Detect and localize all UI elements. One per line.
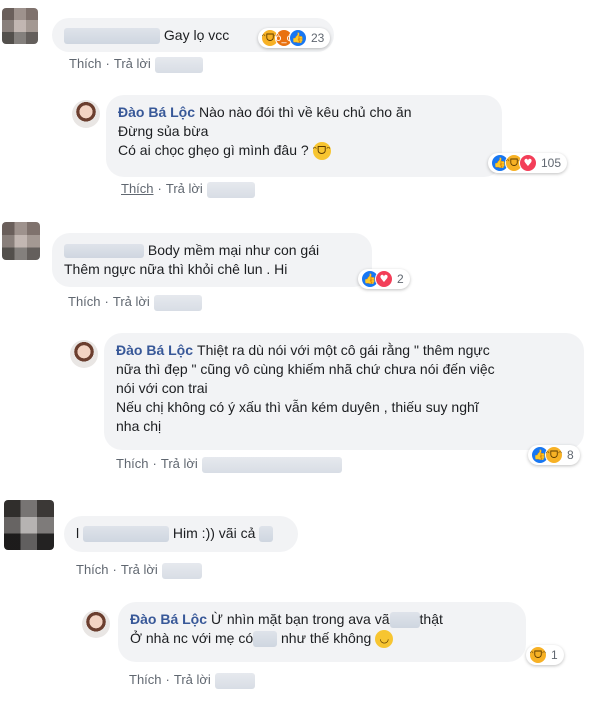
reply-link[interactable]: Trả lời [114,56,151,71]
author-avatar[interactable] [72,100,100,128]
commenter-avatar[interactable] [2,8,38,44]
reaction-summary[interactable]: 👍 ᵔᗜᵔ ♥ 105 [488,153,568,173]
redacted-author [64,244,144,259]
redacted-author [83,526,170,543]
like-link[interactable]: Thích [121,181,154,196]
like-icon: 👍 [289,29,307,47]
reply-bubble: Đào Bá Lộc Thiệt ra dù nói với một cô gái… [104,333,584,450]
like-link[interactable]: Thích [116,456,149,471]
reply-bubble: Đào Bá Lộc Nào nào đói thì về kêu chủ cho… [106,95,502,177]
comment-text: Him :)) vãi cả [172,525,256,541]
comment-line: nữa thì đẹp " cũng vô cùng khiếm nhã chứ… [116,361,495,377]
comment-line: Nếu chị không có ý xấu thì vẫn kém duyên… [116,399,479,415]
comment-line: Body mềm mại như con gái [147,242,320,258]
redacted-word [253,631,278,648]
reply-link[interactable]: Trả lời [161,456,198,471]
haha-icon: ᵔᗜᵔ [529,646,547,664]
commenter-avatar[interactable] [2,222,40,260]
redacted-timestamp [161,562,202,579]
smile-emoji-icon: ◡ [375,630,394,649]
haha-icon: ᵔᗜᵔ [545,446,563,464]
author-name[interactable]: Đào Bá Lộc [118,104,195,120]
reply-actions: Thích · Trả lời [129,672,255,689]
reply-link[interactable]: Trả lời [166,181,203,196]
author-avatar[interactable] [82,610,110,638]
comment-actions: Thích · Trả lời [68,294,202,311]
comment-line: Đừng sủa bừa [118,123,209,139]
comment-line: Thiệt ra dù nói với một cô gái rằng " th… [197,342,490,358]
author-name[interactable]: Đào Bá Lộc [130,611,207,627]
like-link[interactable]: Thích [69,56,102,71]
redacted-word [259,526,274,543]
like-link[interactable]: Thích [76,562,109,577]
redacted-timestamp [214,672,255,689]
reply-actions: Thích · Trả lời [116,456,342,473]
redacted-word [389,612,420,629]
comment-text-prefix: l [76,525,80,541]
reply-link[interactable]: Trả lời [174,672,211,687]
comment-bubble: l Him :)) vãi cả [64,516,298,552]
comment-line: Có ai chọc ghẹo gì mình đâu ? [118,142,309,158]
reaction-count: 1 [551,648,558,662]
comment-actions: Thích · Trả lời [69,56,203,73]
comment-line: Thêm ngực nữa thì khỏi chê lun . Hi [64,261,288,277]
laughing-emoji-icon: ᵔᗜᵔ [312,142,331,161]
reaction-count: 23 [311,31,325,45]
love-icon: ♥ [519,154,537,172]
author-avatar[interactable] [70,340,98,368]
reaction-summary[interactable]: ᵔᗜᵔ 1 [526,645,564,665]
reaction-count: 105 [541,156,562,170]
reply-link[interactable]: Trả lời [113,294,150,309]
comment-line: thật [419,611,443,627]
reaction-summary[interactable]: 👍 ᵔᗜᵔ 8 [528,445,580,465]
reaction-summary[interactable]: ᵔᗜᵔ ò_ó 👍 23 [258,28,331,48]
comment-line: nha chị [116,418,162,434]
comment-line: Nào nào đói thì về kêu chủ cho ăn [199,104,412,120]
comment-text: Gay lọ vcc [163,27,230,43]
reply-bubble: Đào Bá Lộc Ừ nhìn mặt bạn trong ava vã thậ… [118,602,526,662]
comment-line: nói với con trai [116,380,208,396]
redacted-timestamp [201,456,342,473]
reply-actions: Thích · Trả lời [121,181,255,198]
comment-line: như thế không [281,630,372,646]
redacted-author [64,28,160,45]
reply-link[interactable]: Trả lời [121,562,158,577]
redacted-timestamp [153,294,202,311]
author-name[interactable]: Đào Bá Lộc [116,342,193,358]
comment-actions: Thích · Trả lời [76,562,202,579]
like-link[interactable]: Thích [129,672,162,687]
redacted-timestamp [154,56,203,73]
reaction-summary[interactable]: 👍 ♥ 2 [358,269,410,289]
comment-bubble: Body mềm mại như con gái Thêm ngực nữa t… [52,233,372,287]
commenter-avatar[interactable] [4,500,54,550]
like-link[interactable]: Thích [68,294,101,309]
love-icon: ♥ [375,270,393,288]
redacted-timestamp [206,181,255,198]
comment-line: Ừ nhìn mặt bạn trong ava vã [211,611,390,627]
reaction-count: 8 [567,448,574,462]
reaction-count: 2 [397,272,404,286]
comment-line: Ở nhà nc với mẹ có [130,630,254,646]
